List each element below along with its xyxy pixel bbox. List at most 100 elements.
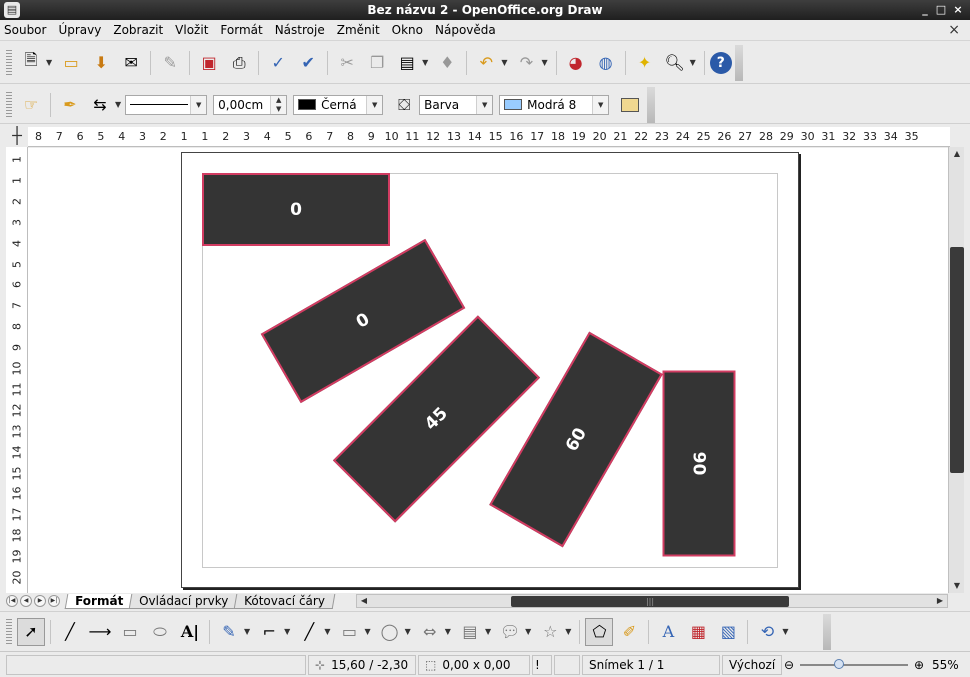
- edit-file-icon[interactable]: ✎: [156, 49, 184, 77]
- chevron-down-icon[interactable]: ▼: [445, 627, 451, 636]
- vertical-ruler[interactable]: 1 1 2 3 4 5 6 7 8 9 10 11 12 13 14 15 16 17 18 19 20: [6, 147, 28, 595]
- chevron-down-icon[interactable]: ▼: [485, 627, 491, 636]
- text-tool-icon[interactable]: A|: [176, 618, 204, 646]
- ellipse-tool-icon[interactable]: ⬭: [146, 618, 174, 646]
- menu-upravy[interactable]: Úpravy: [58, 23, 101, 37]
- select-arrow-icon[interactable]: ➚: [17, 617, 45, 646]
- block-arrows-icon[interactable]: ⇔: [416, 618, 444, 646]
- autospellcheck-icon[interactable]: ✔: [294, 49, 322, 77]
- menu-okno[interactable]: Okno: [392, 23, 423, 37]
- insert-image-icon[interactable]: ▦: [684, 618, 712, 646]
- menu-soubor[interactable]: Soubor: [4, 23, 46, 37]
- horizontal-scrollbar[interactable]: ◀ ||| ▶: [356, 594, 948, 608]
- print-icon[interactable]: ⎙: [225, 49, 253, 77]
- save-icon[interactable]: ⬇: [87, 49, 115, 77]
- stars-icon[interactable]: ☆: [536, 618, 564, 646]
- zoom-icon[interactable]: 🔍︎: [661, 49, 689, 77]
- zoom-in-icon[interactable]: ⊕: [914, 658, 924, 672]
- toolbar-grip[interactable]: [6, 618, 12, 645]
- line-color-select[interactable]: Černá ▼: [293, 94, 384, 115]
- extrusion-icon[interactable]: ▧: [714, 618, 742, 646]
- connector-tool-icon[interactable]: ⌐: [255, 618, 283, 646]
- callouts-icon[interactable]: 💬︎: [496, 618, 524, 646]
- area-icon[interactable]: ⛋: [390, 91, 418, 119]
- chart-icon[interactable]: ◕: [562, 49, 590, 77]
- chevron-down-icon[interactable]: ▼: [324, 627, 330, 636]
- circles-icon[interactable]: ◯: [376, 618, 404, 646]
- toolbar-overflow[interactable]: [647, 86, 656, 123]
- chevron-down-icon[interactable]: ▼: [501, 58, 507, 67]
- points-icon[interactable]: ⬠: [585, 617, 614, 646]
- scroll-thumb[interactable]: [950, 247, 964, 473]
- redo-icon[interactable]: ↷: [512, 49, 540, 77]
- export-pdf-icon[interactable]: ▣: [195, 49, 223, 77]
- rectangle-tool-icon[interactable]: ▭: [116, 618, 144, 646]
- chevron-down-icon[interactable]: ▼: [541, 58, 547, 67]
- chevron-down-icon[interactable]: ▼: [284, 627, 290, 636]
- line-width-field[interactable]: 0,00cm ▲ ▼: [213, 94, 288, 115]
- line-style-select[interactable]: ▼: [125, 94, 208, 115]
- zoom-track[interactable]: [800, 658, 908, 669]
- area-color-select[interactable]: Modrá 8 ▼: [499, 94, 610, 115]
- scroll-left-icon[interactable]: ◀: [357, 595, 371, 607]
- tab-ovladaci-prvky[interactable]: Ovládací prvky: [128, 593, 239, 609]
- zoom-slider[interactable]: ⊖ ⊕: [784, 655, 924, 675]
- close-window-button[interactable]: ×: [951, 3, 965, 17]
- vertical-scrollbar[interactable]: ▲ ▼: [948, 147, 964, 593]
- chevron-down-icon[interactable]: ▼: [782, 627, 788, 636]
- chevron-down-icon[interactable]: ▼: [565, 627, 571, 636]
- drawing-canvas[interactable]: 0 0 45 60 90: [28, 148, 948, 593]
- menu-napoveda[interactable]: Nápověda: [435, 23, 496, 37]
- fontwork-icon[interactable]: A: [654, 618, 682, 646]
- line-icon[interactable]: ✒: [56, 91, 84, 119]
- toolbar-overflow[interactable]: [734, 44, 743, 81]
- lines-arrows-icon[interactable]: ╱: [295, 618, 323, 646]
- styles-icon[interactable]: ☞: [17, 91, 45, 119]
- scroll-down-icon[interactable]: ▼: [949, 579, 965, 593]
- tab-format[interactable]: Formát: [64, 593, 134, 609]
- flowchart-icon[interactable]: ▤: [456, 618, 484, 646]
- close-document-icon[interactable]: ×: [948, 22, 960, 38]
- scroll-right-icon[interactable]: ▶: [933, 595, 947, 607]
- menu-zobrazit[interactable]: Zobrazit: [113, 23, 163, 37]
- menu-vlozit[interactable]: Vložit: [175, 23, 208, 37]
- prev-tab-icon[interactable]: ◀: [20, 595, 32, 607]
- navigator-icon[interactable]: ✦: [631, 49, 659, 77]
- transformations-icon[interactable]: ⟲: [753, 618, 781, 646]
- paste-icon[interactable]: ▤: [393, 49, 421, 77]
- format-paintbrush-icon[interactable]: ♦: [433, 49, 461, 77]
- spellcheck-icon[interactable]: ✓: [264, 49, 292, 77]
- hyperlink-icon[interactable]: ◍: [592, 49, 620, 77]
- line-tool-icon[interactable]: ╱: [56, 618, 84, 646]
- zoom-level[interactable]: 55%: [926, 655, 966, 675]
- rectangles-icon[interactable]: ▭: [335, 618, 363, 646]
- last-tab-icon[interactable]: ▶|: [48, 595, 60, 607]
- zoom-knob[interactable]: [834, 658, 845, 669]
- chevron-down-icon[interactable]: ▼: [46, 58, 52, 67]
- chevron-down-icon[interactable]: ▼: [690, 58, 696, 67]
- tab-kotovaci-cary[interactable]: Kótovací čáry: [234, 593, 336, 609]
- scroll-thumb[interactable]: |||: [511, 596, 789, 607]
- horizontal-ruler[interactable]: 8 7 6 5 4 3 2 1 1 2 3 4 5 6 7 8 9 10 11 12 13 14 15 16 17 18 19 20 2…: [28, 127, 950, 147]
- spin-buttons[interactable]: ▲ ▼: [270, 95, 287, 114]
- chevron-down-icon[interactable]: ▼: [115, 100, 121, 109]
- menu-nastroje[interactable]: Nástroje: [275, 23, 325, 37]
- first-tab-icon[interactable]: |◀: [6, 595, 18, 607]
- status-signature[interactable]: [554, 654, 580, 675]
- rectangle-shape[interactable]: 90: [662, 370, 736, 557]
- maximize-button[interactable]: □: [934, 3, 948, 17]
- chevron-down-icon[interactable]: ▼: [366, 95, 383, 114]
- area-style-select[interactable]: Barva ▼: [419, 94, 494, 115]
- chevron-down-icon[interactable]: ▼: [244, 627, 250, 636]
- arrow-style-icon[interactable]: ⇆: [86, 91, 114, 119]
- toolbar-grip[interactable]: [6, 91, 12, 118]
- document-modified-icon[interactable]: !: [532, 654, 552, 675]
- glue-points-icon[interactable]: ✐: [615, 618, 643, 646]
- chevron-down-icon[interactable]: ▼: [364, 627, 370, 636]
- chevron-down-icon[interactable]: ▼: [476, 95, 493, 114]
- app-icon[interactable]: ▤: [4, 2, 20, 18]
- chevron-down-icon[interactable]: ▼: [190, 95, 207, 114]
- next-tab-icon[interactable]: ▶: [34, 595, 46, 607]
- toolbar-grip[interactable]: [6, 49, 12, 76]
- undo-icon[interactable]: ↶: [472, 49, 500, 77]
